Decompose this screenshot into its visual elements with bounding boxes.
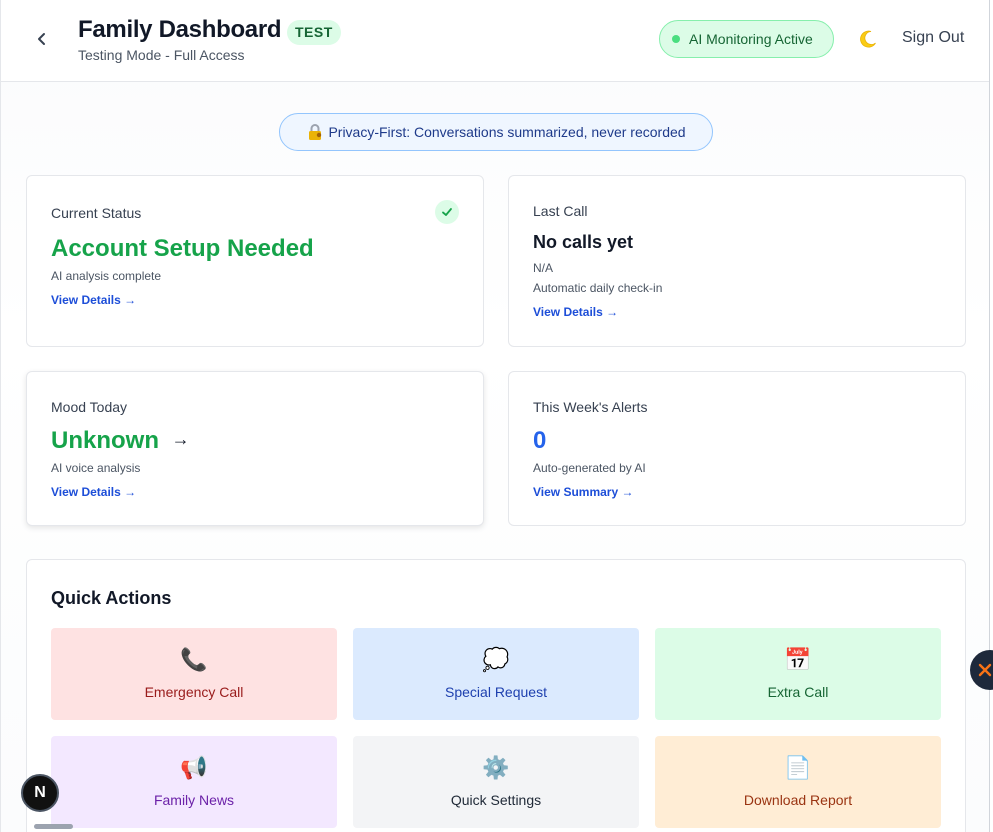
back-button[interactable] [31,28,53,50]
action-label: Special Request [445,684,547,700]
last-call-value: No calls yet [533,232,634,252]
extra-call-button[interactable]: 📅 Extra Call [655,628,941,720]
last-call-time: N/A [533,261,554,275]
view-details-link[interactable]: View Details → [533,305,618,319]
card-label: Current Status [51,205,142,221]
action-label: Quick Settings [450,792,542,808]
calendar-icon: 📅 [784,647,812,672]
view-details-link[interactable]: View Details → [51,485,136,499]
action-label: Extra Call [767,684,829,700]
download-report-button[interactable]: 📄 Download Report [655,736,941,828]
last-call-note: Automatic daily check-in [533,281,663,295]
status-value: Account Setup Needed [51,235,314,262]
close-x-icon [978,663,992,677]
test-badge: TEST [287,20,341,45]
quick-actions-title: Quick Actions [51,588,172,608]
privacy-banner-text: Privacy-First: Conversations summarized,… [328,124,686,140]
mood-today-card[interactable]: Mood Today Unknown → AI voice analysis V… [26,371,484,526]
last-call-card: Last Call No calls yet N/A Automatic dai… [508,175,966,347]
lock-icon [306,123,324,141]
moon-icon [860,30,876,48]
action-label: Download Report [743,792,853,808]
app-frame: Family Dashboard TEST Testing Mode - Ful… [0,0,990,832]
arrow-right-icon: → [171,429,190,449]
check-icon [435,200,459,224]
mood-value: Unknown → [51,427,190,455]
mood-note: AI voice analysis [51,461,141,475]
sign-out-button[interactable]: Sign Out [902,29,964,47]
thought-bubble-icon: 💭 [482,647,510,672]
header: Family Dashboard TEST Testing Mode - Ful… [1,0,989,82]
card-label: Mood Today [51,399,128,415]
action-label: Family News [153,792,235,808]
chevron-left-icon [38,33,45,45]
special-request-button[interactable]: 💭 Special Request [353,628,639,720]
theme-toggle-button[interactable] [856,27,880,51]
alerts-note: Auto-generated by AI [533,461,646,475]
ai-monitoring-status: AI Monitoring Active [659,20,834,58]
alerts-count: 0 [533,427,547,454]
ai-status-label: AI Monitoring Active [689,31,813,47]
family-news-button[interactable]: 📢 Family News [51,736,337,828]
privacy-banner: Privacy-First: Conversations summarized,… [279,113,713,151]
page-title: Family Dashboard [78,16,282,43]
phone-icon: 📞 [180,647,208,672]
megaphone-icon: 📢 [180,755,208,780]
quick-actions-panel: Quick Actions 📞 Emergency Call 💭 Special… [26,559,966,832]
page-subtitle: Testing Mode - Full Access [78,47,245,63]
card-label: This Week's Alerts [533,399,648,415]
view-summary-link[interactable]: View Summary → [533,485,634,499]
card-label: Last Call [533,203,588,219]
view-details-link[interactable]: View Details → [51,293,136,307]
gear-icon: ⚙️ [482,755,510,780]
mood-value-text: Unknown [51,427,159,454]
weekly-alerts-card: This Week's Alerts 0 Auto-generated by A… [508,371,966,526]
status-dot-icon [672,35,680,43]
document-icon: 📄 [784,755,812,780]
quick-settings-button[interactable]: ⚙️ Quick Settings [353,736,639,828]
dev-tools-badge[interactable]: N [21,774,59,812]
scroll-handle[interactable] [34,824,73,829]
current-status-card: Current Status Account Setup Needed AI a… [26,175,484,347]
emergency-call-button[interactable]: 📞 Emergency Call [51,628,337,720]
action-label: Emergency Call [144,684,244,700]
status-note: AI analysis complete [51,269,162,283]
